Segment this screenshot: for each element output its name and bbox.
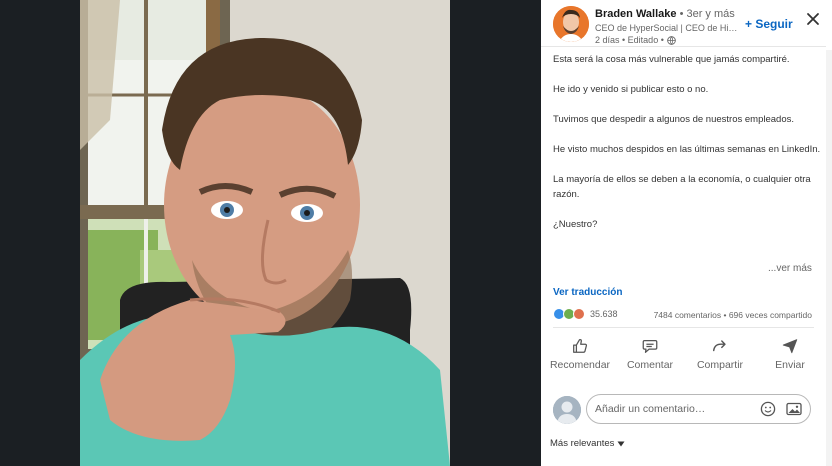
- connection-degree: • 3er y más: [676, 8, 735, 20]
- post-actions-bar: Recomendar Comentar Compartir Enviar: [547, 337, 823, 371]
- comment-input[interactable]: Añadir un comentario…: [586, 394, 811, 424]
- comments-shares-count[interactable]: 7484 comentarios • 696 veces compartido: [654, 310, 812, 320]
- post-photo: [80, 0, 450, 466]
- comment-label: Comentar: [626, 359, 674, 371]
- close-button[interactable]: [805, 11, 821, 27]
- caret-down-icon[interactable]: [617, 441, 625, 447]
- post-body: Esta será la cosa más vulnerable que jam…: [553, 52, 821, 247]
- comment-button[interactable]: Comentar: [617, 337, 683, 371]
- like-button[interactable]: Recomendar: [547, 337, 613, 371]
- post-paragraph: ¿Nuestro?: [553, 219, 598, 230]
- actions-divider: [553, 327, 814, 328]
- post-paragraph: Esta será la cosa más vulnerable que jam…: [553, 54, 790, 65]
- share-label: Compartir: [696, 359, 744, 371]
- send-icon: [782, 339, 798, 354]
- see-more-link[interactable]: ...ver más: [768, 263, 812, 274]
- reactions-summary[interactable]: 35.638: [553, 308, 618, 320]
- current-user-avatar: [553, 396, 581, 424]
- sort-label[interactable]: Más relevantes: [550, 438, 614, 449]
- lightbox-backdrop-left: [0, 0, 80, 466]
- comments-sort-dropdown[interactable]: Más relevantes: [550, 438, 625, 449]
- image-icon[interactable]: [786, 402, 802, 416]
- post-paragraph: Tuvimos que despedir a algunos de nuestr…: [553, 114, 794, 125]
- post-timestamp: 2 días • Editado •: [595, 35, 664, 45]
- post-paragraph: La mayoría de ellos se deben a la econom…: [553, 174, 811, 200]
- see-translation-link[interactable]: Ver traducción: [553, 287, 622, 298]
- post-paragraph: He visto muchos despidos en las últimas …: [553, 144, 821, 155]
- follow-button[interactable]: + Seguir: [745, 17, 793, 31]
- post-photo-image: [80, 0, 450, 466]
- post-meta: 2 días • Editado •: [595, 35, 676, 45]
- author-headline: CEO de HyperSocial | CEO de Hipe...: [595, 23, 740, 33]
- post-detail-panel: Braden Wallake • 3er y más CEO de HyperS…: [541, 0, 832, 466]
- emoji-icon[interactable]: [760, 401, 776, 417]
- close-icon[interactable]: [805, 11, 821, 27]
- send-label: Enviar: [775, 359, 805, 371]
- post-paragraph: He ido y venido si publicar esto o no.: [553, 84, 709, 95]
- love-reaction-icon: [573, 308, 585, 320]
- header-divider: [541, 46, 826, 47]
- author-avatar[interactable]: [553, 6, 589, 42]
- author-name-line[interactable]: Braden Wallake • 3er y más: [595, 8, 735, 20]
- globe-icon: [667, 35, 676, 45]
- share-button[interactable]: Compartir: [687, 337, 753, 371]
- send-button[interactable]: Enviar: [757, 337, 823, 371]
- share-icon: [712, 340, 726, 352]
- like-label: Recomendar: [549, 359, 611, 371]
- reaction-count[interactable]: 35.638: [590, 309, 618, 319]
- author-name[interactable]: Braden Wallake: [595, 8, 677, 20]
- scrollbar[interactable]: [826, 50, 832, 466]
- lightbox-backdrop-right: [450, 0, 541, 466]
- like-icon: [573, 338, 588, 353]
- comment-icon: [642, 339, 658, 353]
- comment-placeholder: Añadir un comentario…: [595, 403, 706, 415]
